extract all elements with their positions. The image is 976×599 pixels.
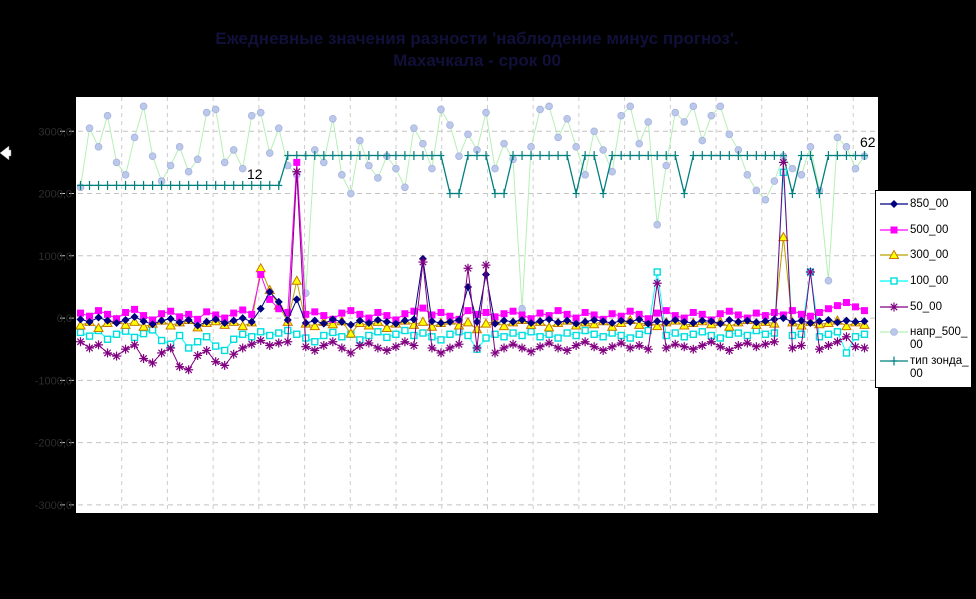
legend-label: 50_00 bbox=[910, 300, 942, 313]
y-axis-tick-label: -3000,0 bbox=[35, 500, 72, 512]
legend-marker-asterisk-icon bbox=[880, 302, 908, 312]
legend-item-300_00[interactable]: 300_00 bbox=[878, 248, 969, 272]
annotation-12: 12 bbox=[247, 166, 263, 182]
y-axis-tick-label: -2000,0 bbox=[35, 438, 72, 450]
legend-item-500_00[interactable]: 500_00 bbox=[878, 223, 969, 247]
legend-item-тип зонда_00[interactable]: тип зонда_00 bbox=[878, 354, 969, 381]
chart-canvas[interactable]: 3000,0 2000,0 1000,0 0,0 -1000,0 -2000,0 -3000… bbox=[0, 0, 976, 599]
legend-label: 100_00 bbox=[910, 274, 949, 287]
legend-label: 850_00 bbox=[910, 198, 949, 210]
y-axis-tick-label: 3000,0 bbox=[38, 126, 72, 138]
legend-marker-plus-icon bbox=[880, 356, 908, 366]
legend-label: напр_500_00 bbox=[910, 326, 968, 352]
legend-marker-triangle-icon bbox=[880, 249, 908, 260]
y-axis-tick-label: -1000,0 bbox=[35, 375, 72, 387]
legend-marker-square-icon bbox=[880, 226, 908, 234]
legend-marker-open-square-icon bbox=[880, 277, 908, 285]
y-axis-tick-label: 2000,0 bbox=[38, 189, 72, 201]
legend-item-850_00[interactable]: 850_00 bbox=[878, 197, 969, 221]
legend-item-напр_500_00[interactable]: напр_500_00 bbox=[878, 325, 969, 352]
legend-marker-dot-icon bbox=[880, 328, 908, 337]
legend-item-50_00[interactable]: 50_00 bbox=[878, 300, 969, 324]
legend-label: 300_00 bbox=[910, 249, 949, 262]
legend-marker-diamond-icon bbox=[880, 200, 908, 208]
mouse-cursor-icon bbox=[0, 145, 12, 161]
annotation-62: 62 bbox=[860, 134, 876, 150]
legend-box: 850_00 500_00 300_00 100_00 50_00 напр_500_00… bbox=[875, 190, 972, 388]
legend-label: тип зонда_00 bbox=[910, 354, 969, 380]
y-axis-tick-label: 1000,0 bbox=[38, 251, 72, 263]
legend-label: 500_00 bbox=[910, 223, 949, 236]
y-axis-tick-label: 0,0 bbox=[57, 313, 72, 325]
chart-window: Ежедневные значения разности 'наблюдение… bbox=[0, 0, 976, 599]
legend-item-100_00[interactable]: 100_00 bbox=[878, 274, 969, 298]
